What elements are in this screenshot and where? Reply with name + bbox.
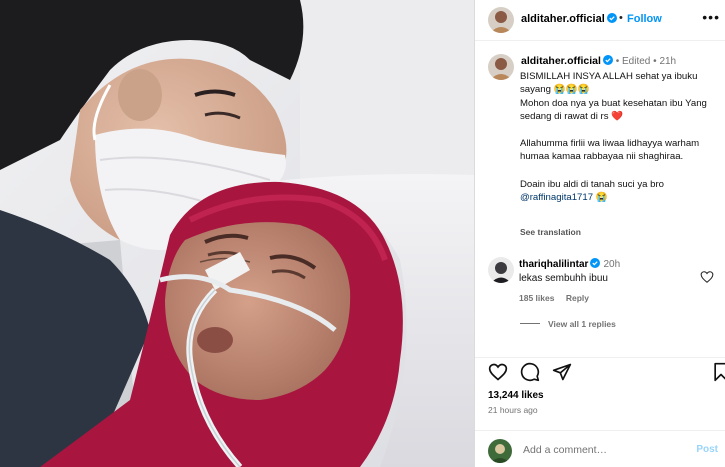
add-comment-input[interactable] [523,441,673,459]
mention-link[interactable]: @raffinagita1717 [520,192,593,203]
comment-text: lekas sembuhh ibuu [519,273,608,284]
comment-reply-button[interactable]: Reply [566,293,589,303]
comments-scroll-area[interactable]: alditaher.official • Edited • 21h BISMIL… [475,42,725,338]
post-actions [475,357,725,382]
post-header: alditaher.official • Follow ••• [475,0,725,41]
share-send-icon[interactable] [552,362,572,382]
verified-badge-icon [590,258,601,268]
commenter-avatar[interactable] [488,257,514,283]
author-username[interactable]: alditaher.official [521,13,617,25]
verified-badge-icon [602,55,613,65]
view-replies-button[interactable]: View all 1 replies [520,319,616,329]
posted-time[interactable]: 21 hours ago [488,405,538,415]
comment-bubble-icon[interactable] [520,362,540,382]
caption-text: BISMILLAH INSYA ALLAH sehat ya ibuku say… [520,70,724,204]
caption-mention-line: @raffinagita1717 😭 [520,191,724,204]
save-bookmark-icon[interactable] [711,362,725,382]
caption-line-3: Allahumma firlii wa liwaa lidhayya warha… [520,138,700,163]
verified-badge-icon [606,13,617,23]
more-options-icon[interactable]: ••• [702,9,720,25]
commenter-username: thariqhalilintar 20h [519,258,620,270]
comment-meta: 185 likes Reply [519,293,598,303]
caption-username[interactable]: alditaher.official [521,55,601,67]
commenter-username-text[interactable]: thariqhalilintar [519,259,588,270]
author-username-text[interactable]: alditaher.official [521,13,605,25]
caption-meta: alditaher.official • Edited • 21h [521,55,676,67]
comment-like-heart-icon[interactable] [700,270,714,284]
likes-count[interactable]: 13,244 likes [488,390,544,401]
author-avatar[interactable] [488,7,514,33]
header-separator: • [619,12,623,24]
comment-time[interactable]: 20h [603,259,620,270]
see-translation-link[interactable]: See translation [520,227,581,237]
add-comment-row: Post [475,430,725,467]
caption-line-1: BISMILLAH INSYA ALLAH sehat ya ibuku say… [520,71,698,96]
photo-illustration [0,0,474,467]
caption-line-2: Mohon doa nya ya buat kesehatan ibu Yang… [520,97,707,122]
post-sidebar: alditaher.official • Follow ••• alditahe… [474,0,725,467]
post-photo[interactable] [0,0,474,467]
caption-line-4: Doain ibu aldi di tanah suci ya bro [520,178,664,190]
viewer-avatar[interactable] [488,439,512,463]
caption-edited: Edited [622,56,651,67]
post-comment-button[interactable]: Post [696,444,718,455]
follow-button[interactable]: Follow [627,13,662,25]
caption-time[interactable]: 21h [659,56,676,67]
caption-avatar[interactable] [488,54,514,80]
mention-emoji: 😭 [595,192,608,204]
comment-likes[interactable]: 185 likes [519,293,554,303]
like-heart-icon[interactable] [488,362,508,382]
